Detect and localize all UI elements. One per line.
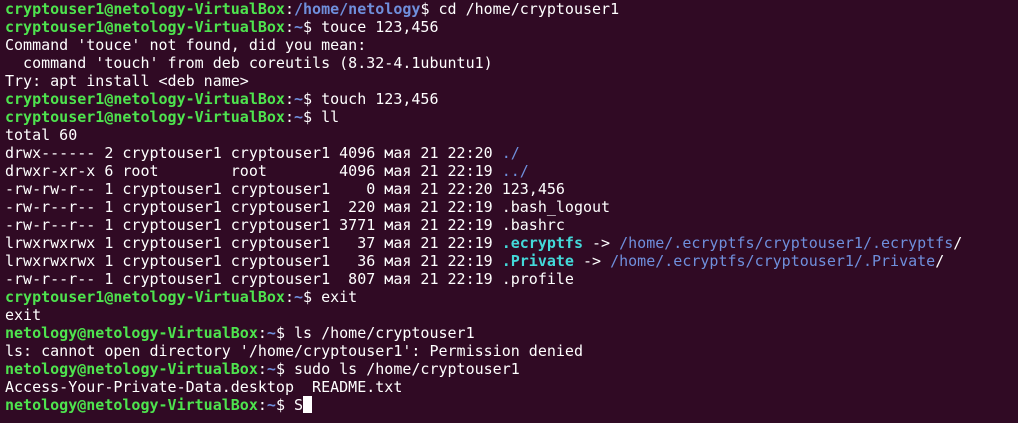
command-text: touch 123,456 [312,90,439,108]
prompt-user-host: cryptouser1@netology-VirtualBox [5,288,285,306]
prompt-user-host: cryptouser1@netology-VirtualBox [5,108,285,126]
output-text: lrwxrwxrwx 1 cryptouser1 cryptouser1 37 … [5,234,502,252]
command-text: ls /home/cryptouser1 [284,324,475,342]
prompt-symbol: $ [275,396,285,414]
symlink-name: .ecryptfs [501,234,583,252]
output-line: -rw-rw-r-- 1 cryptouser1 cryptouser1 0 м… [5,180,1018,198]
prompt-path: /home/netology [294,0,421,18]
prompt-separator: : [284,90,294,108]
prompt-path: ~ [294,108,304,126]
output-text: -rw-r--r-- 1 cryptouser1 cryptouser1 807… [5,270,574,288]
prompt-path: ~ [266,324,276,342]
prompt-path: ~ [294,18,304,36]
output-text: -rw-r--r-- 1 cryptouser1 cryptouser1 377… [5,216,565,234]
text-cursor [303,396,313,413]
output-line: lrwxrwxrwx 1 cryptouser1 cryptouser1 36 … [5,252,1018,270]
command-text: ll [312,108,340,126]
output-line: Access-Your-Private-Data.desktop README.… [5,378,1018,396]
command-text: touce 123,456 [312,18,439,36]
terminal-window[interactable]: cryptouser1@netology-VirtualBox:/home/ne… [0,0,1018,423]
output-text: -> [582,234,620,252]
output-text: Access-Your-Private-Data.desktop README.… [5,378,403,396]
prompt-path: ~ [294,288,304,306]
prompt-separator: : [284,0,294,18]
command-text: sudo ls /home/cryptouser1 [284,360,520,378]
prompt-user-host: netology@netology-VirtualBox [5,360,258,378]
output-line: total 60 [5,126,1018,144]
prompt-line: netology@netology-VirtualBox:~$ S [5,396,1018,414]
output-line: drwx------ 2 cryptouser1 cryptouser1 409… [5,144,1018,162]
output-text: exit [5,306,42,324]
output-text: lrwxrwxrwx 1 cryptouser1 cryptouser1 36 … [5,252,502,270]
prompt-line: cryptouser1@netology-VirtualBox:~$ exit [5,288,1018,306]
output-text: -rw-rw-r-- 1 cryptouser1 cryptouser1 0 м… [5,180,565,198]
command-text: cd /home/cryptouser1 [429,0,620,18]
output-text: ls: cannot open directory '/home/cryptou… [5,342,583,360]
output-line: Command 'touce' not found, did you mean: [5,36,1018,54]
symlink-name: .Private [501,252,574,270]
output-line: ls: cannot open directory '/home/cryptou… [5,342,1018,360]
prompt-line: cryptouser1@netology-VirtualBox:~$ touce… [5,18,1018,36]
output-text: -rw-r--r-- 1 cryptouser1 cryptouser1 220… [5,198,611,216]
directory-name: ../ [501,162,529,180]
output-text: total 60 [5,126,78,144]
prompt-separator: : [257,360,267,378]
output-line: -rw-r--r-- 1 cryptouser1 cryptouser1 807… [5,270,1018,288]
prompt-user-host: netology@netology-VirtualBox [5,396,258,414]
directory-name: ./ [501,144,520,162]
prompt-separator: : [284,108,294,126]
prompt-path: ~ [266,396,276,414]
prompt-symbol: $ [303,18,313,36]
prompt-path: ~ [294,90,304,108]
output-line: lrwxrwxrwx 1 cryptouser1 cryptouser1 37 … [5,234,1018,252]
prompt-symbol: $ [275,324,285,342]
command-text: exit [312,288,358,306]
prompt-separator: : [284,18,294,36]
output-line: -rw-r--r-- 1 cryptouser1 cryptouser1 377… [5,216,1018,234]
prompt-separator: : [257,324,267,342]
output-text: drwx------ 2 cryptouser1 cryptouser1 409… [5,144,502,162]
prompt-line: cryptouser1@netology-VirtualBox:~$ touch… [5,90,1018,108]
prompt-symbol: $ [303,288,313,306]
output-line: command 'touch' from deb coreutils (8.32… [5,54,1018,72]
prompt-line: cryptouser1@netology-VirtualBox:~$ ll [5,108,1018,126]
output-line: exit [5,306,1018,324]
output-text: Try: apt install <deb name> [5,72,249,90]
prompt-symbol: $ [303,90,313,108]
prompt-symbol: $ [303,108,313,126]
command-text: S [284,396,304,414]
prompt-separator: : [284,288,294,306]
output-text: command 'touch' from deb coreutils (8.32… [5,54,493,72]
output-line: drwxr-xr-x 6 root root 4096 мая 21 22:19… [5,162,1018,180]
prompt-user-host: cryptouser1@netology-VirtualBox [5,90,285,108]
output-text: / [935,252,945,270]
prompt-user-host: cryptouser1@netology-VirtualBox [5,18,285,36]
output-line: -rw-r--r-- 1 cryptouser1 cryptouser1 220… [5,198,1018,216]
output-text: Command 'touce' not found, did you mean: [5,36,367,54]
prompt-user-host: cryptouser1@netology-VirtualBox [5,0,285,18]
directory-name: /home/.ecryptfs/cryptouser1/.ecryptfs [619,234,954,252]
output-text: / [953,234,963,252]
prompt-line: netology@netology-VirtualBox:~$ ls /home… [5,324,1018,342]
output-text: drwxr-xr-x 6 root root 4096 мая 21 22:19 [5,162,502,180]
prompt-user-host: netology@netology-VirtualBox [5,324,258,342]
directory-name: /home/.ecryptfs/cryptouser1/.Private [610,252,936,270]
output-text: -> [573,252,611,270]
prompt-line: netology@netology-VirtualBox:~$ sudo ls … [5,360,1018,378]
prompt-separator: : [257,396,267,414]
prompt-path: ~ [266,360,276,378]
output-line: Try: apt install <deb name> [5,72,1018,90]
prompt-line: cryptouser1@netology-VirtualBox:/home/ne… [5,0,1018,18]
prompt-symbol: $ [275,360,285,378]
